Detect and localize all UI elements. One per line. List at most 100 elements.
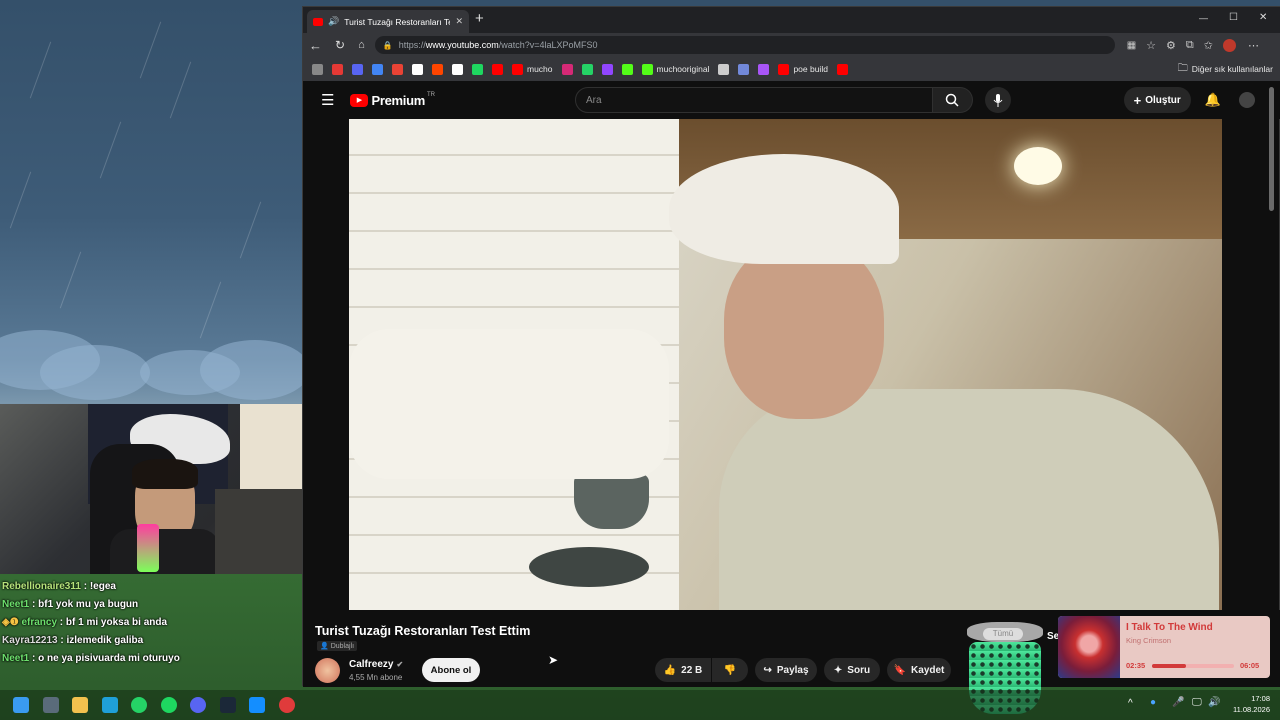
chat-message: Rebellionaire311 : !egea: [2, 578, 300, 596]
create-label: Oluştur: [1145, 94, 1181, 106]
edge-icon[interactable]: [101, 697, 118, 713]
chat-text: : bf1 yok mu ya bugun: [32, 599, 139, 610]
video-player[interactable]: [349, 119, 1222, 610]
other-bookmarks[interactable]: Diğer sık kullanılanlar: [1192, 64, 1273, 74]
youtube-logo-icon[interactable]: ▶: [350, 93, 369, 107]
home-icon[interactable]: ⌂: [358, 39, 365, 51]
account-avatar[interactable]: [1239, 92, 1255, 108]
maximize-button[interactable]: ☐: [1229, 12, 1238, 23]
close-window-button[interactable]: ✕: [1259, 12, 1267, 23]
bookmark-item[interactable]: poe build: [778, 63, 828, 75]
favorites-icon[interactable]: ✩: [1204, 39, 1213, 52]
bookmark-item[interactable]: muchooriginal: [641, 63, 710, 75]
bookmark-label: mucho: [527, 64, 553, 74]
video-frame-person: [719, 389, 1219, 610]
tray-network-icon[interactable]: ●: [1150, 697, 1156, 708]
bookmark-item[interactable]: [561, 63, 573, 75]
like-button[interactable]: 👍 22 B: [655, 658, 711, 682]
whatsapp-icon[interactable]: [131, 697, 147, 713]
bookmark-item[interactable]: [312, 63, 323, 75]
reload-icon[interactable]: ↻: [335, 38, 345, 52]
bookmark-favicon-icon: [412, 63, 423, 75]
calculator-icon[interactable]: [42, 697, 59, 713]
ask-button[interactable]: ✦ Soru: [824, 658, 880, 682]
bookmark-item[interactable]: [492, 63, 503, 75]
bookmark-label: muchooriginal: [656, 64, 710, 74]
recording-icon[interactable]: [278, 697, 295, 713]
tray-chevron-icon[interactable]: ^: [1128, 698, 1133, 709]
tab-close-icon[interactable]: ✕: [455, 16, 463, 27]
bookmark-item[interactable]: [472, 63, 483, 75]
search-button[interactable]: [932, 87, 973, 113]
windows-icon[interactable]: [13, 697, 29, 713]
profile-avatar[interactable]: [1223, 38, 1236, 52]
taskbar: ^ ● 🎤 🖵 🔊 17:08 11.08.2026: [0, 690, 1280, 720]
person-icon: 👤: [320, 643, 329, 650]
bookmark-item[interactable]: [372, 63, 383, 75]
bookmark-item[interactable]: mucho: [512, 63, 553, 75]
bookmark-item[interactable]: [332, 63, 343, 75]
dislike-button[interactable]: 👎: [712, 658, 748, 682]
folder-icon: 🗀: [1177, 62, 1188, 74]
bookmark-favicon-icon: [472, 63, 483, 75]
search-icon: [946, 93, 960, 107]
chat-username: Kayra12213: [2, 635, 58, 646]
bookmark-favicon-icon: [512, 63, 523, 75]
file-explorer-icon[interactable]: [72, 697, 88, 713]
extensions-icon[interactable]: ⚙: [1166, 39, 1176, 52]
bookmark-item[interactable]: [718, 63, 730, 75]
back-icon[interactable]: ←: [309, 38, 322, 53]
url-domain: www.youtube.com: [425, 40, 499, 50]
bookmark-item[interactable]: [581, 63, 593, 75]
url-field[interactable]: 🔒 https://www.youtube.com/watch?v=4laLXP…: [374, 36, 1115, 54]
youtube-logo[interactable]: Premium: [371, 93, 425, 108]
bookmark-item[interactable]: [738, 63, 750, 75]
tray-mic-icon[interactable]: 🎤: [1172, 697, 1184, 708]
browser-tab[interactable]: 🔊 Turist Tuzağı Restoranları Test ✕: [307, 10, 469, 33]
bookmark-item[interactable]: [392, 63, 403, 75]
share-button[interactable]: ↪ Paylaş: [755, 658, 817, 682]
minimize-button[interactable]: —: [1199, 13, 1208, 23]
bookmark-item[interactable]: [412, 63, 423, 75]
bookmark-item[interactable]: [452, 63, 463, 75]
subscriber-count: 4,55 Mn abone: [349, 673, 403, 682]
discord-icon[interactable]: [190, 697, 206, 713]
subscribe-button[interactable]: Abone ol: [422, 658, 480, 682]
chat-username: Neet1: [2, 653, 30, 664]
bookmark-item[interactable]: [432, 63, 443, 75]
save-button[interactable]: 🔖 Kaydet: [887, 658, 951, 682]
video-title: Turist Tuzağı Restoranları Test Ettim: [315, 624, 531, 638]
bookmark-item[interactable]: [352, 63, 363, 75]
search-input[interactable]: Ara: [574, 87, 933, 113]
steam-icon[interactable]: [219, 697, 236, 713]
tray-display-icon[interactable]: 🖵: [1192, 697, 1202, 708]
menu-icon[interactable]: ☰: [321, 91, 334, 109]
notifications-bell-icon[interactable]: 🔔: [1205, 92, 1221, 108]
more-menu-icon[interactable]: ⋯: [1248, 39, 1259, 52]
new-tab-button[interactable]: +: [475, 10, 484, 27]
bookmark-item[interactable]: [621, 63, 633, 75]
like-count: 22 B: [681, 664, 703, 676]
bookmark-item[interactable]: [758, 63, 770, 75]
voice-search-button[interactable]: [984, 87, 1011, 113]
tab-bar: 🔊 Turist Tuzağı Restoranları Test ✕ + — …: [303, 7, 1280, 33]
page-scrollbar[interactable]: [1269, 87, 1274, 211]
speaker-icon[interactable]: 🔊: [328, 16, 339, 27]
bookmark-favicon-icon: [492, 63, 503, 75]
battlenet-icon[interactable]: [249, 697, 265, 713]
channel-name[interactable]: Calfreezy ✔: [349, 659, 403, 670]
channel-avatar[interactable]: [315, 658, 340, 683]
favorite-star-icon[interactable]: ☆: [1146, 39, 1156, 52]
collections-icon[interactable]: ⧉: [1186, 39, 1194, 52]
reader-icon[interactable]: ▦: [1127, 40, 1136, 51]
mouse-cursor-icon: ➤: [548, 653, 559, 667]
create-button[interactable]: + Oluştur: [1123, 87, 1191, 113]
bookmark-item[interactable]: [601, 63, 613, 75]
thumbs-down-icon: 👎: [723, 664, 737, 676]
chat-username: efrancy: [21, 617, 58, 628]
track-progress-bar: [1152, 664, 1234, 668]
clock[interactable]: 17:08 11.08.2026: [1226, 693, 1270, 715]
tray-volume-icon[interactable]: 🔊: [1208, 697, 1220, 708]
spotify-icon[interactable]: [160, 697, 177, 713]
bookmark-item[interactable]: [836, 63, 848, 75]
